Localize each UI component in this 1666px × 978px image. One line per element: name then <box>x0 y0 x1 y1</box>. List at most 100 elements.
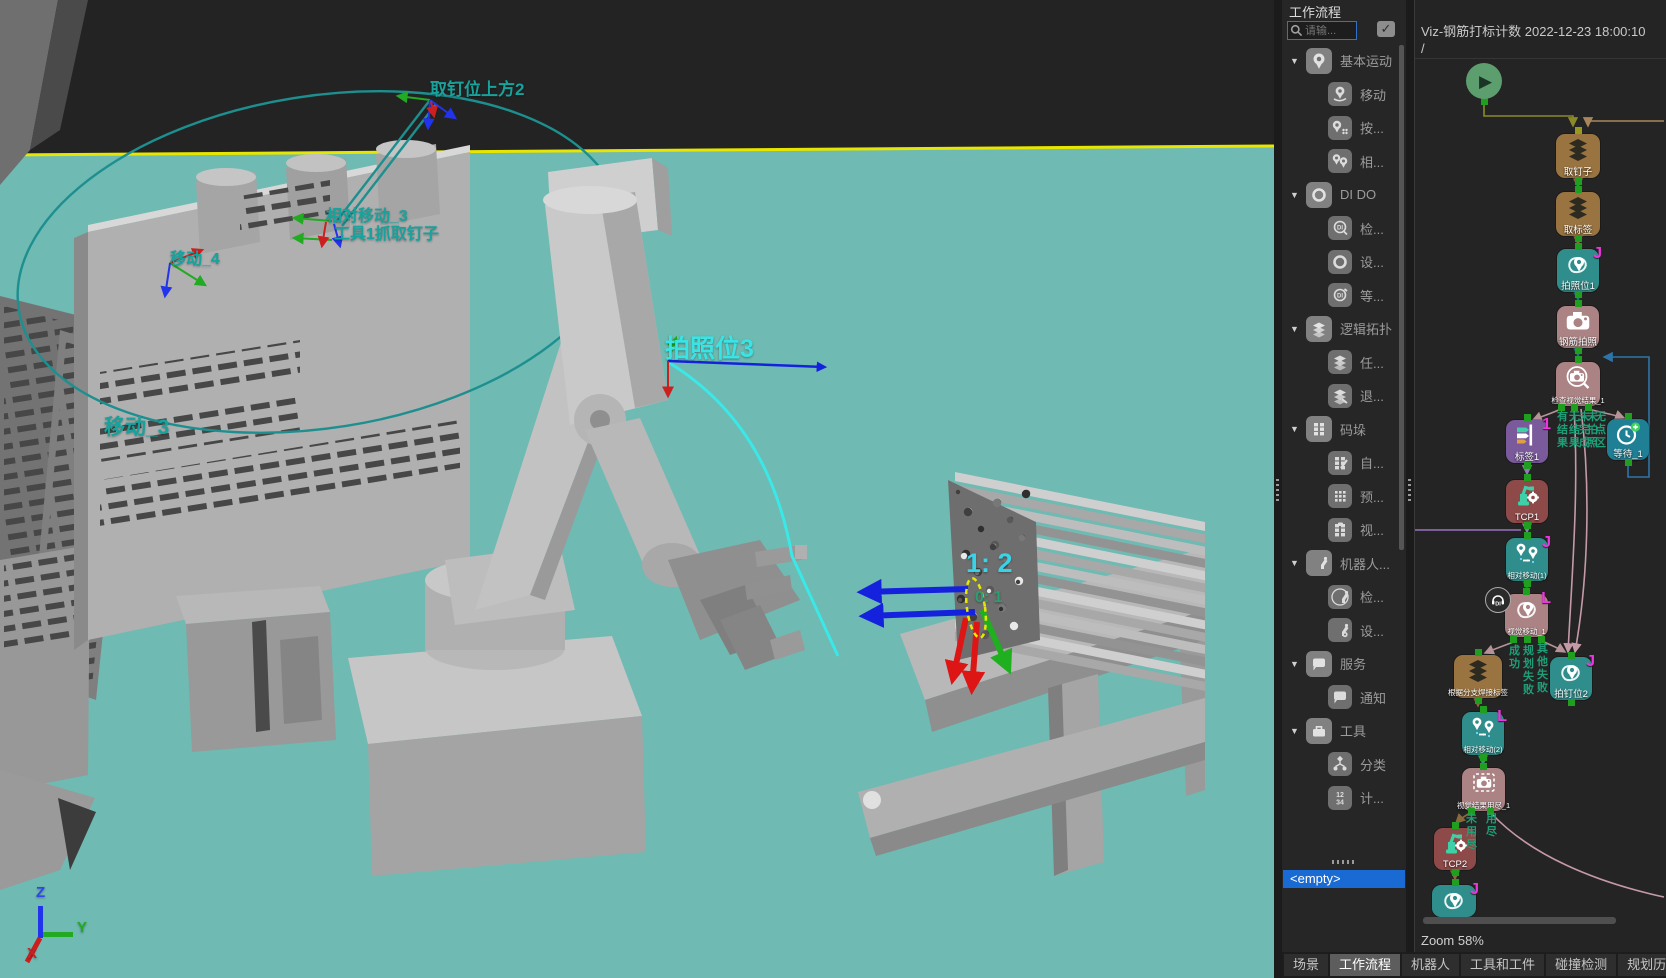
palette-item-2-1[interactable]: 退... <box>1282 379 1400 413</box>
tree-scrollbar[interactable] <box>1399 45 1404 550</box>
palette-item-1-2[interactable]: DI等... <box>1282 279 1400 313</box>
palette-item-3-0[interactable]: 自... <box>1282 446 1400 480</box>
splitter-tree-graph[interactable] <box>1406 0 1414 978</box>
node-port[interactable] <box>1575 291 1582 298</box>
node-port[interactable] <box>1625 459 1632 466</box>
node-port[interactable] <box>1510 636 1517 643</box>
bottom-tab-3[interactable]: 工具和工件 <box>1461 954 1544 976</box>
palette-group-6[interactable]: ▼工具 <box>1282 714 1400 748</box>
node-port[interactable] <box>1524 636 1531 643</box>
workflow-node-vision-exhausted[interactable]: 视觉结果用尽_1 <box>1462 768 1505 811</box>
node-port[interactable] <box>1480 706 1487 713</box>
splitter-grip[interactable] <box>1276 479 1279 501</box>
node-port[interactable] <box>1575 243 1582 250</box>
node-port[interactable] <box>1524 414 1531 421</box>
graph-horizontal-scrollbar[interactable] <box>1423 917 1616 924</box>
workflow-node-rebar-photo[interactable]: 钢筋拍照 <box>1557 306 1599 348</box>
chevron-expanded-icon[interactable]: ▼ <box>1290 726 1304 736</box>
palette-item-1-1[interactable]: 设... <box>1282 245 1400 279</box>
palette-item-0-2[interactable]: 相... <box>1282 145 1400 179</box>
node-port[interactable] <box>1475 649 1482 656</box>
workflow-node-photo-nail-2[interactable]: 拍钉位2J <box>1550 657 1592 700</box>
node-port[interactable] <box>1524 532 1531 539</box>
palette-group-2[interactable]: ▼逻辑拓扑 <box>1282 312 1400 346</box>
palette-item-2-0[interactable]: 任... <box>1282 346 1400 380</box>
workflow-node-vision-move-1[interactable]: 视觉移动_1L <box>1505 594 1548 637</box>
node-port[interactable] <box>1538 636 1545 643</box>
palette-item-6-1[interactable]: 1234计... <box>1282 781 1400 815</box>
node-port[interactable] <box>1524 580 1531 587</box>
node-port[interactable] <box>1575 186 1582 193</box>
palette-group-4[interactable]: ▼机器人... <box>1282 547 1400 581</box>
bottom-tab-2[interactable]: 机器人 <box>1402 954 1459 976</box>
node-port[interactable] <box>1568 699 1575 706</box>
splitter-viewport-tree[interactable] <box>1274 0 1282 978</box>
bottom-tab-0[interactable]: 场景 <box>1284 954 1328 976</box>
chevron-expanded-icon[interactable]: ▼ <box>1290 659 1304 669</box>
workflow-node-branch-weld-label[interactable]: 根据分支焊接标签 <box>1454 655 1502 698</box>
workflow-node-photo-pos-1[interactable]: 拍照位1J <box>1557 249 1599 292</box>
node-port[interactable] <box>1523 588 1530 595</box>
workflow-node-tcp2[interactable]: TCP2 <box>1434 828 1476 870</box>
palette-group-0[interactable]: ▼基本运动 <box>1282 44 1400 78</box>
search-input[interactable] <box>1305 25 1349 37</box>
palette-group-3[interactable]: ▼码垛 <box>1282 413 1400 447</box>
node-port[interactable] <box>1558 404 1565 411</box>
node-port[interactable] <box>1524 522 1531 529</box>
palette-item-1-0[interactable]: DI检... <box>1282 212 1400 246</box>
node-port[interactable] <box>1575 347 1582 354</box>
chevron-expanded-icon[interactable]: ▼ <box>1290 56 1304 66</box>
workflow-node-label-1[interactable]: 标签11 <box>1506 420 1548 463</box>
workflow-node-rel-move-2[interactable]: 相对移动(2)L <box>1462 712 1504 755</box>
node-port[interactable] <box>1575 178 1582 185</box>
workflow-node-rel-move-1[interactable]: 相对移动(1)J <box>1506 538 1548 581</box>
tree-resize-grip[interactable] <box>1332 860 1356 864</box>
palette-group-1[interactable]: ▼DI DO <box>1282 178 1400 212</box>
palette-item-0-0[interactable]: 移动 <box>1282 78 1400 112</box>
workflow-node-pick-nail[interactable]: 取钉子 <box>1556 134 1600 178</box>
workflow-node-move-end[interactable]: J <box>1432 885 1476 917</box>
search-box[interactable] <box>1287 21 1357 40</box>
chevron-expanded-icon[interactable]: ▼ <box>1290 190 1304 200</box>
palette-item-4-0[interactable]: 检... <box>1282 580 1400 614</box>
chevron-expanded-icon[interactable]: ▼ <box>1290 558 1304 568</box>
palette-item-3-1[interactable]: 预... <box>1282 480 1400 514</box>
workflow-node-tcp1[interactable]: TCP1 <box>1506 480 1548 523</box>
node-port[interactable] <box>1568 652 1575 659</box>
run-workflow-button[interactable]: ▶ <box>1466 63 1502 99</box>
node-port[interactable] <box>1487 808 1494 815</box>
bottom-tab-5[interactable]: 规划历史 <box>1618 954 1666 976</box>
palette-item-6-0[interactable]: 分类 <box>1282 748 1400 782</box>
3d-viewport[interactable]: 取钉位上方2相对移动_3工具1抓取钉子移动_4移动_3拍照位31: 20: 1Z… <box>0 0 1274 978</box>
palette-item-4-1[interactable]: 设... <box>1282 614 1400 648</box>
node-port[interactable] <box>1571 404 1578 411</box>
node-port[interactable] <box>1475 697 1482 704</box>
chevron-expanded-icon[interactable]: ▼ <box>1290 324 1304 334</box>
splitter-grip[interactable] <box>1408 479 1411 501</box>
workflow-node-wait-1[interactable]: 等待_1 <box>1607 419 1649 460</box>
node-port[interactable] <box>1468 808 1475 815</box>
palette-group-5[interactable]: ▼服务 <box>1282 647 1400 681</box>
node-port[interactable] <box>1585 404 1592 411</box>
workflow-node-pick-label[interactable]: 取标签 <box>1556 192 1600 236</box>
bottom-tab-1[interactable]: 工作流程 <box>1330 954 1400 976</box>
node-port[interactable] <box>1480 763 1487 770</box>
node-port[interactable] <box>1575 300 1582 307</box>
node-port[interactable] <box>1480 754 1487 761</box>
node-port[interactable] <box>1452 879 1459 886</box>
node-port[interactable] <box>1524 474 1531 481</box>
palette-item-0-1[interactable]: 按... <box>1282 111 1400 145</box>
empty-selection-bar[interactable]: <empty> <box>1283 870 1405 888</box>
node-port[interactable] <box>1625 413 1632 420</box>
palette-item-3-2[interactable]: 视... <box>1282 513 1400 547</box>
node-port[interactable] <box>1524 462 1531 469</box>
node-port[interactable] <box>1575 127 1582 134</box>
node-port[interactable] <box>1575 235 1582 242</box>
palette-item-5-0[interactable]: 通知 <box>1282 681 1400 715</box>
node-port[interactable] <box>1452 822 1459 829</box>
node-port[interactable] <box>1452 869 1459 876</box>
node-port[interactable] <box>1575 356 1582 363</box>
bottom-tab-4[interactable]: 碰撞检测 <box>1546 954 1616 976</box>
workflow-node-check-vision-result[interactable]: 检查视觉结果_1 <box>1556 362 1600 406</box>
chevron-expanded-icon[interactable]: ▼ <box>1290 424 1304 434</box>
